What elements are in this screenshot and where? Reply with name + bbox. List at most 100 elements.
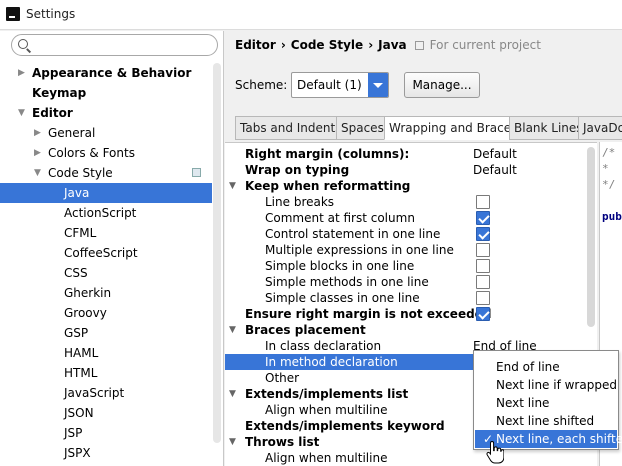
settings-tree: ▶ Appearance & Behavior Keymap ▼ Editor ▶ Gene… [0,63,212,463]
preview-line: pub [602,210,622,223]
tab-tabs-and-indents[interactable]: Tabs and Indents [235,116,341,140]
sidebar-item[interactable]: ▶ Colors & Fonts [0,143,212,163]
option-checkbox[interactable] [476,275,490,289]
search-input[interactable] [11,34,218,56]
collapse-arrow-icon[interactable]: ▼ [229,434,236,450]
option-checkbox[interactable] [476,307,490,321]
sidebar-item-label: Java [64,186,90,200]
option-row[interactable]: Simple classes in one line [225,290,585,306]
option-label: Control statement in one line [265,227,441,241]
sidebar-item[interactable]: CSS [0,263,212,283]
window-title: Settings [26,7,76,21]
option-label: Right margin (columns): [245,147,410,161]
sidebar-item[interactable]: HAML [0,343,212,363]
collapse-arrow-icon[interactable]: ▼ [229,322,236,338]
option-checkbox[interactable] [476,243,490,257]
tab-blank-lines[interactable]: Blank Lines [509,116,583,140]
sidebar-item[interactable]: JSP [0,423,212,443]
option-label: Multiple expressions in one line [265,243,454,257]
brace-placement-dropdown[interactable]: End of line Next line if wrapped Next line… [473,350,622,450]
option-row[interactable]: Simple methods in one line [225,274,585,290]
dropdown-option-label: Next line [496,396,550,410]
option-checkbox[interactable] [476,227,490,241]
sidebar-item[interactable]: JavaScript [0,383,212,403]
option-row[interactable]: Align when multiline [225,450,585,466]
sidebar-item[interactable]: HTML [0,363,212,383]
sidebar-item-label: Gherkin [64,286,112,300]
sidebar-item[interactable]: JSON [0,403,212,423]
sidebar-item[interactable]: JSPX [0,443,212,463]
option-row[interactable]: ▼ Keep when reformatting [225,178,585,194]
options-scrollbar[interactable] [587,147,595,327]
sidebar-item[interactable]: ▶ Appearance & Behavior [0,63,212,83]
collapse-arrow-icon[interactable]: ▼ [34,163,41,183]
expand-arrow-icon[interactable]: ▶ [18,63,25,83]
sidebar-item-label: ActionScript [64,206,137,220]
option-label: Extends/implements list [245,387,409,401]
sidebar-item-label: Groovy [64,306,107,320]
dropdown-option[interactable]: Next line shifted [475,412,617,430]
sidebar-item-label: HTML [64,366,98,380]
option-label: Other [265,371,300,385]
hand-cursor-icon [486,440,504,464]
collapse-arrow-icon[interactable]: ▼ [229,178,236,194]
dropdown-option-label: Next line if wrapped [496,378,617,392]
preview-line: * [602,162,609,175]
scheme-select[interactable]: Default (1) [291,72,389,98]
option-row[interactable]: Simple blocks in one line [225,258,585,274]
sidebar-item[interactable]: ▼ Code Style [0,163,212,183]
sidebar-item[interactable]: ▶ General [0,123,212,143]
sidebar-item[interactable]: Keymap [0,83,212,103]
sidebar-item[interactable]: GSP [0,323,212,343]
sidebar-item-label: CSS [64,266,88,280]
sidebar-item[interactable]: CFML [0,223,212,243]
option-row[interactable]: Line breaks [225,194,585,210]
option-label: Comment at first column [265,211,415,225]
sidebar-item-label: GSP [64,326,89,340]
collapse-arrow-icon[interactable]: ▼ [229,386,236,402]
sidebar-item[interactable]: ActionScript [0,203,212,223]
dropdown-option[interactable]: End of line [475,358,617,376]
expand-arrow-icon[interactable]: ▶ [34,143,41,163]
scheme-value: Default (1) [297,78,362,92]
option-checkbox[interactable] [476,259,490,273]
tab-javadoc[interactable]: JavaDoc [578,116,622,140]
option-checkbox[interactable] [476,211,490,225]
dropdown-option-label: Next line shifted [496,414,595,428]
option-row[interactable]: Right margin (columns): Default [225,146,585,162]
chevron-down-icon[interactable] [368,73,388,97]
option-row[interactable]: Wrap on typing Default [225,162,585,178]
option-row[interactable]: Multiple expressions in one line [225,242,585,258]
search-icon [18,39,28,49]
option-value[interactable]: Default [473,162,517,178]
sidebar-item-label: CoffeeScript [64,246,138,260]
sidebar-item-label: General [48,126,96,140]
collapse-arrow-icon[interactable]: ▼ [18,103,25,123]
sidebar-scrollbar[interactable] [213,63,221,443]
option-value[interactable]: Default [473,146,517,162]
option-checkbox[interactable] [476,195,490,209]
sidebar-item[interactable]: Java [0,183,212,203]
preview-line: /* [602,146,616,159]
expand-arrow-icon[interactable]: ▶ [34,123,41,143]
option-checkbox[interactable] [476,291,490,305]
tab-wrapping-and-braces[interactable]: Wrapping and Braces [384,116,517,140]
breadcrumb-item: Code Style [290,38,364,52]
option-row[interactable]: Ensure right margin is not exceeded [225,306,585,322]
dropdown-option[interactable]: Next line if wrapped [475,376,617,394]
sidebar-item-label: Editor [32,106,73,120]
manage-button[interactable]: Manage... [404,72,480,98]
sidebar-item[interactable]: Groovy [0,303,212,323]
project-scope-icon [414,41,424,50]
option-label: Wrap on typing [245,163,350,177]
option-row[interactable]: Comment at first column [225,210,585,226]
breadcrumb: Editor › Code Style › Java For current projec… [235,38,541,52]
sidebar-item[interactable]: Gherkin [0,283,212,303]
sidebar-item[interactable]: ▼ Editor [0,103,212,123]
tab-spaces[interactable]: Spaces [336,116,385,140]
option-row[interactable]: ▼ Braces placement [225,322,585,338]
option-row[interactable]: Control statement in one line [225,226,585,242]
sidebar-item-label: JSON [64,406,94,420]
dropdown-option[interactable]: Next line [475,394,617,412]
sidebar-item[interactable]: CoffeeScript [0,243,212,263]
